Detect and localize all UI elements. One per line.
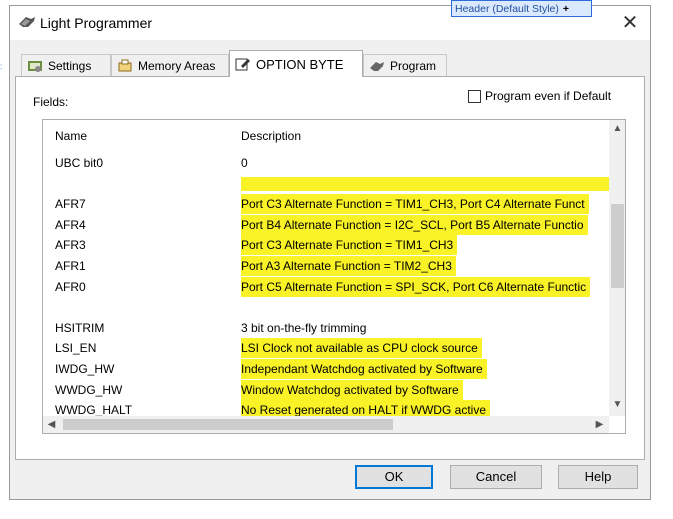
row-name: AFR0 [55, 279, 86, 294]
table-row[interactable]: AFR1 Port A3 Alternate Function = TIM2_CH… [43, 256, 609, 276]
app-icon [19, 17, 35, 27]
horizontal-scroll-thumb[interactable] [63, 419, 393, 430]
row-description: Window Watchdog activated by Software [241, 379, 463, 400]
table-row[interactable]: HSITRIM 3 bit on-the-fly trimming [43, 318, 609, 338]
option-byte-panel: Fields: Program even if Default Name Des… [15, 76, 645, 460]
header-style-tooltip[interactable]: Header (Default Style) + [451, 0, 592, 17]
row-description: Port C3 Alternate Function = TIM1_CH3 [241, 235, 458, 256]
scroll-left-icon[interactable]: ◀ [43, 416, 60, 433]
table-row[interactable]: IWDG_HW Independant Watchdog activated by… [43, 359, 609, 379]
tab-option-byte-label: OPTION BYTE [256, 56, 344, 72]
tab-program[interactable]: Program [363, 54, 447, 76]
window-title: Light Programmer [40, 15, 153, 31]
row-description: 0 [241, 156, 248, 170]
row-name: UBC bit0 [55, 156, 104, 170]
tab-memory-areas[interactable]: Memory Areas [111, 54, 229, 76]
table-row[interactable]: AFR3 Port C3 Alternate Function = TIM1_CH… [43, 235, 609, 256]
column-header-description[interactable]: Description [241, 126, 301, 146]
fields-label: Fields: [33, 95, 69, 109]
vertical-scroll-thumb[interactable] [611, 204, 624, 288]
row-name: LSI_EN [55, 341, 97, 356]
tab-settings[interactable]: Settings [21, 54, 111, 76]
tooltip-text: Header (Default Style) [455, 3, 559, 15]
column-header-row: Name Description [43, 126, 609, 146]
row-description: 3 bit on-the-fly trimming [241, 320, 367, 335]
row-name: IWDG_HW [55, 362, 115, 376]
tab-settings-label: Settings [48, 58, 92, 73]
table-row[interactable]: LSI_EN LSI Clock not available as CPU clo… [43, 338, 609, 359]
edit-document-icon [235, 58, 250, 71]
table-row[interactable]: AFR7 Port C3 Alternate Function = TIM1_CH… [43, 194, 609, 215]
settings-icon [28, 60, 42, 72]
table-row[interactable]: AFR0 Port C5 Alternate Function = SPI_SCK… [43, 276, 609, 297]
row-name: AFR4 [55, 217, 86, 232]
row-description: Port C5 Alternate Function = SPI_SCK, Po… [241, 276, 591, 297]
program-even-label: Program even if Default [485, 89, 612, 103]
row-name: HSITRIM [55, 320, 105, 335]
row-description: Port B4 Alternate Function = I2C_SCL, Po… [241, 214, 588, 235]
close-button[interactable]: ✕ [616, 10, 644, 36]
light-programmer-window: Light Programmer ✕ Settings Memory Areas… [9, 5, 651, 500]
memory-icon [118, 59, 132, 71]
table-row[interactable] [43, 297, 609, 317]
scroll-right-icon[interactable]: ▶ [591, 416, 608, 433]
tab-program-label: Program [390, 58, 437, 73]
vertical-scrollbar[interactable]: ▲ ▼ [609, 120, 625, 416]
scroll-down-icon[interactable]: ▼ [609, 396, 625, 413]
plus-icon[interactable]: + [563, 3, 569, 15]
row-description: Independant Watchdog activated by Softwa… [241, 359, 487, 379]
row-name: AFR3 [55, 238, 86, 253]
row-description: Port C3 Alternate Function = TIM1_CH3, P… [241, 194, 589, 215]
table-row[interactable]: WWDG_HW Window Watchdog activated by Soft… [43, 379, 609, 400]
column-header-name[interactable]: Name [55, 126, 87, 146]
cancel-button[interactable]: Cancel [450, 465, 542, 489]
tab-strip: Settings Memory Areas OPTION BYTE Progra… [15, 50, 645, 77]
table-row[interactable]: AFR4 Port B4 Alternate Function = I2C_SCL… [43, 214, 609, 235]
table-row[interactable] [43, 174, 625, 194]
program-even-checkbox[interactable]: Program even if Default [468, 89, 611, 103]
fields-list[interactable]: Name Description UBC bit0 0 AFR7 Port C3 Al… [42, 119, 626, 434]
row-description: LSI Clock not available as CPU clock sou… [241, 338, 482, 359]
row-name: WWDG_HW [55, 382, 123, 397]
tab-option-byte[interactable]: OPTION BYTE [229, 50, 363, 77]
row-description [241, 176, 625, 191]
row-name: AFR1 [55, 259, 86, 273]
row-name: AFR7 [55, 197, 86, 212]
ok-button[interactable]: OK [355, 465, 433, 489]
left-edge-marker: : [0, 62, 3, 71]
programmer-icon [370, 61, 384, 71]
checkbox-box[interactable] [468, 89, 481, 103]
help-button[interactable]: Help [558, 465, 638, 489]
row-description: Port A3 Alternate Function = TIM2_CH3 [241, 256, 456, 276]
scroll-up-icon[interactable]: ▲ [609, 120, 625, 137]
table-row[interactable]: UBC bit0 0 [43, 153, 609, 173]
tab-memory-areas-label: Memory Areas [138, 58, 216, 73]
horizontal-scrollbar[interactable]: ◀ ▶ [43, 416, 609, 433]
